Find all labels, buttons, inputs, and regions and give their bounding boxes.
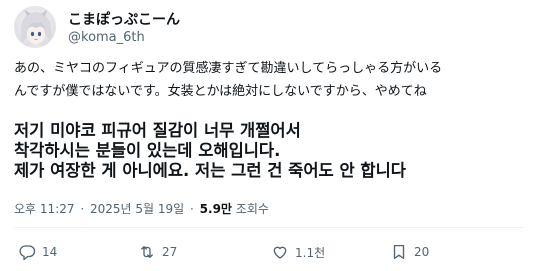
tweet-text-line: 착각하시는 분들이 있는데 오해입니다.: [14, 141, 281, 160]
tweet-text-japanese: あの、ミヤコのフィギュアの質感凄すぎて勘違いしてらっしゃる方がいる んですが僕で…: [14, 57, 524, 103]
reply-button[interactable]: 14: [18, 240, 57, 264]
user-handle[interactable]: @koma_6th: [68, 30, 145, 45]
like-button[interactable]: 1.1천: [271, 240, 325, 264]
tweet-date[interactable]: 2025년 5월 19일: [90, 202, 184, 216]
views-count: 5.9만: [199, 202, 232, 216]
views-action-count: 20: [414, 245, 430, 259]
tweet-time[interactable]: 오후 11:27: [14, 202, 74, 216]
meta-separator: ·: [190, 202, 194, 216]
views-button[interactable]: 20: [390, 240, 429, 264]
retweet-button[interactable]: 27: [138, 240, 177, 264]
avatar-image-icon: [21, 9, 52, 47]
tweet-text-line: 저기 미야코 피규어 질감이 너무 개쩔어서: [14, 121, 301, 140]
views-label: 조회수: [235, 202, 269, 216]
action-bar: 14 27 1.1천 20: [14, 238, 523, 266]
display-name[interactable]: こまぽっぷこーん: [68, 9, 180, 29]
divider: [14, 227, 523, 228]
bookmark-icon: [393, 244, 405, 260]
meta-separator: ·: [80, 202, 85, 216]
retweet-count: 27: [162, 245, 178, 259]
tweet-text-korean: 저기 미야코 피규어 질감이 너무 개쩔어서 착각하시는 분들이 있는데 오해입…: [14, 121, 529, 181]
avatar[interactable]: [14, 6, 56, 48]
reply-icon: [19, 245, 36, 261]
retweet-icon: [141, 246, 153, 258]
tweet-header: こまぽっぷこーん @koma_6th: [14, 6, 514, 50]
like-count: 1.1천: [295, 245, 326, 260]
heart-icon: [273, 246, 287, 259]
tweet-meta: 오후 11:27 · 2025년 5월 19일 · 5.9만 조회수: [14, 200, 269, 217]
reply-count: 14: [42, 245, 58, 259]
tweet-text-line: んですが僕ではないです。女装とかは絶対にしないですから、やめてね: [14, 84, 427, 99]
tweet-text-line: あの、ミヤコのフィギュアの質感凄すぎて勘違いしてらっしゃる方がいる: [14, 61, 443, 76]
tweet-text-line: 제가 여장한 게 아니에요. 저는 그런 건 죽어도 안 합니다: [14, 161, 406, 180]
tweet-card: こまぽっぷこーん @koma_6th あの、ミヤコのフィギュアの質感凄すぎて勘違…: [0, 0, 537, 271]
